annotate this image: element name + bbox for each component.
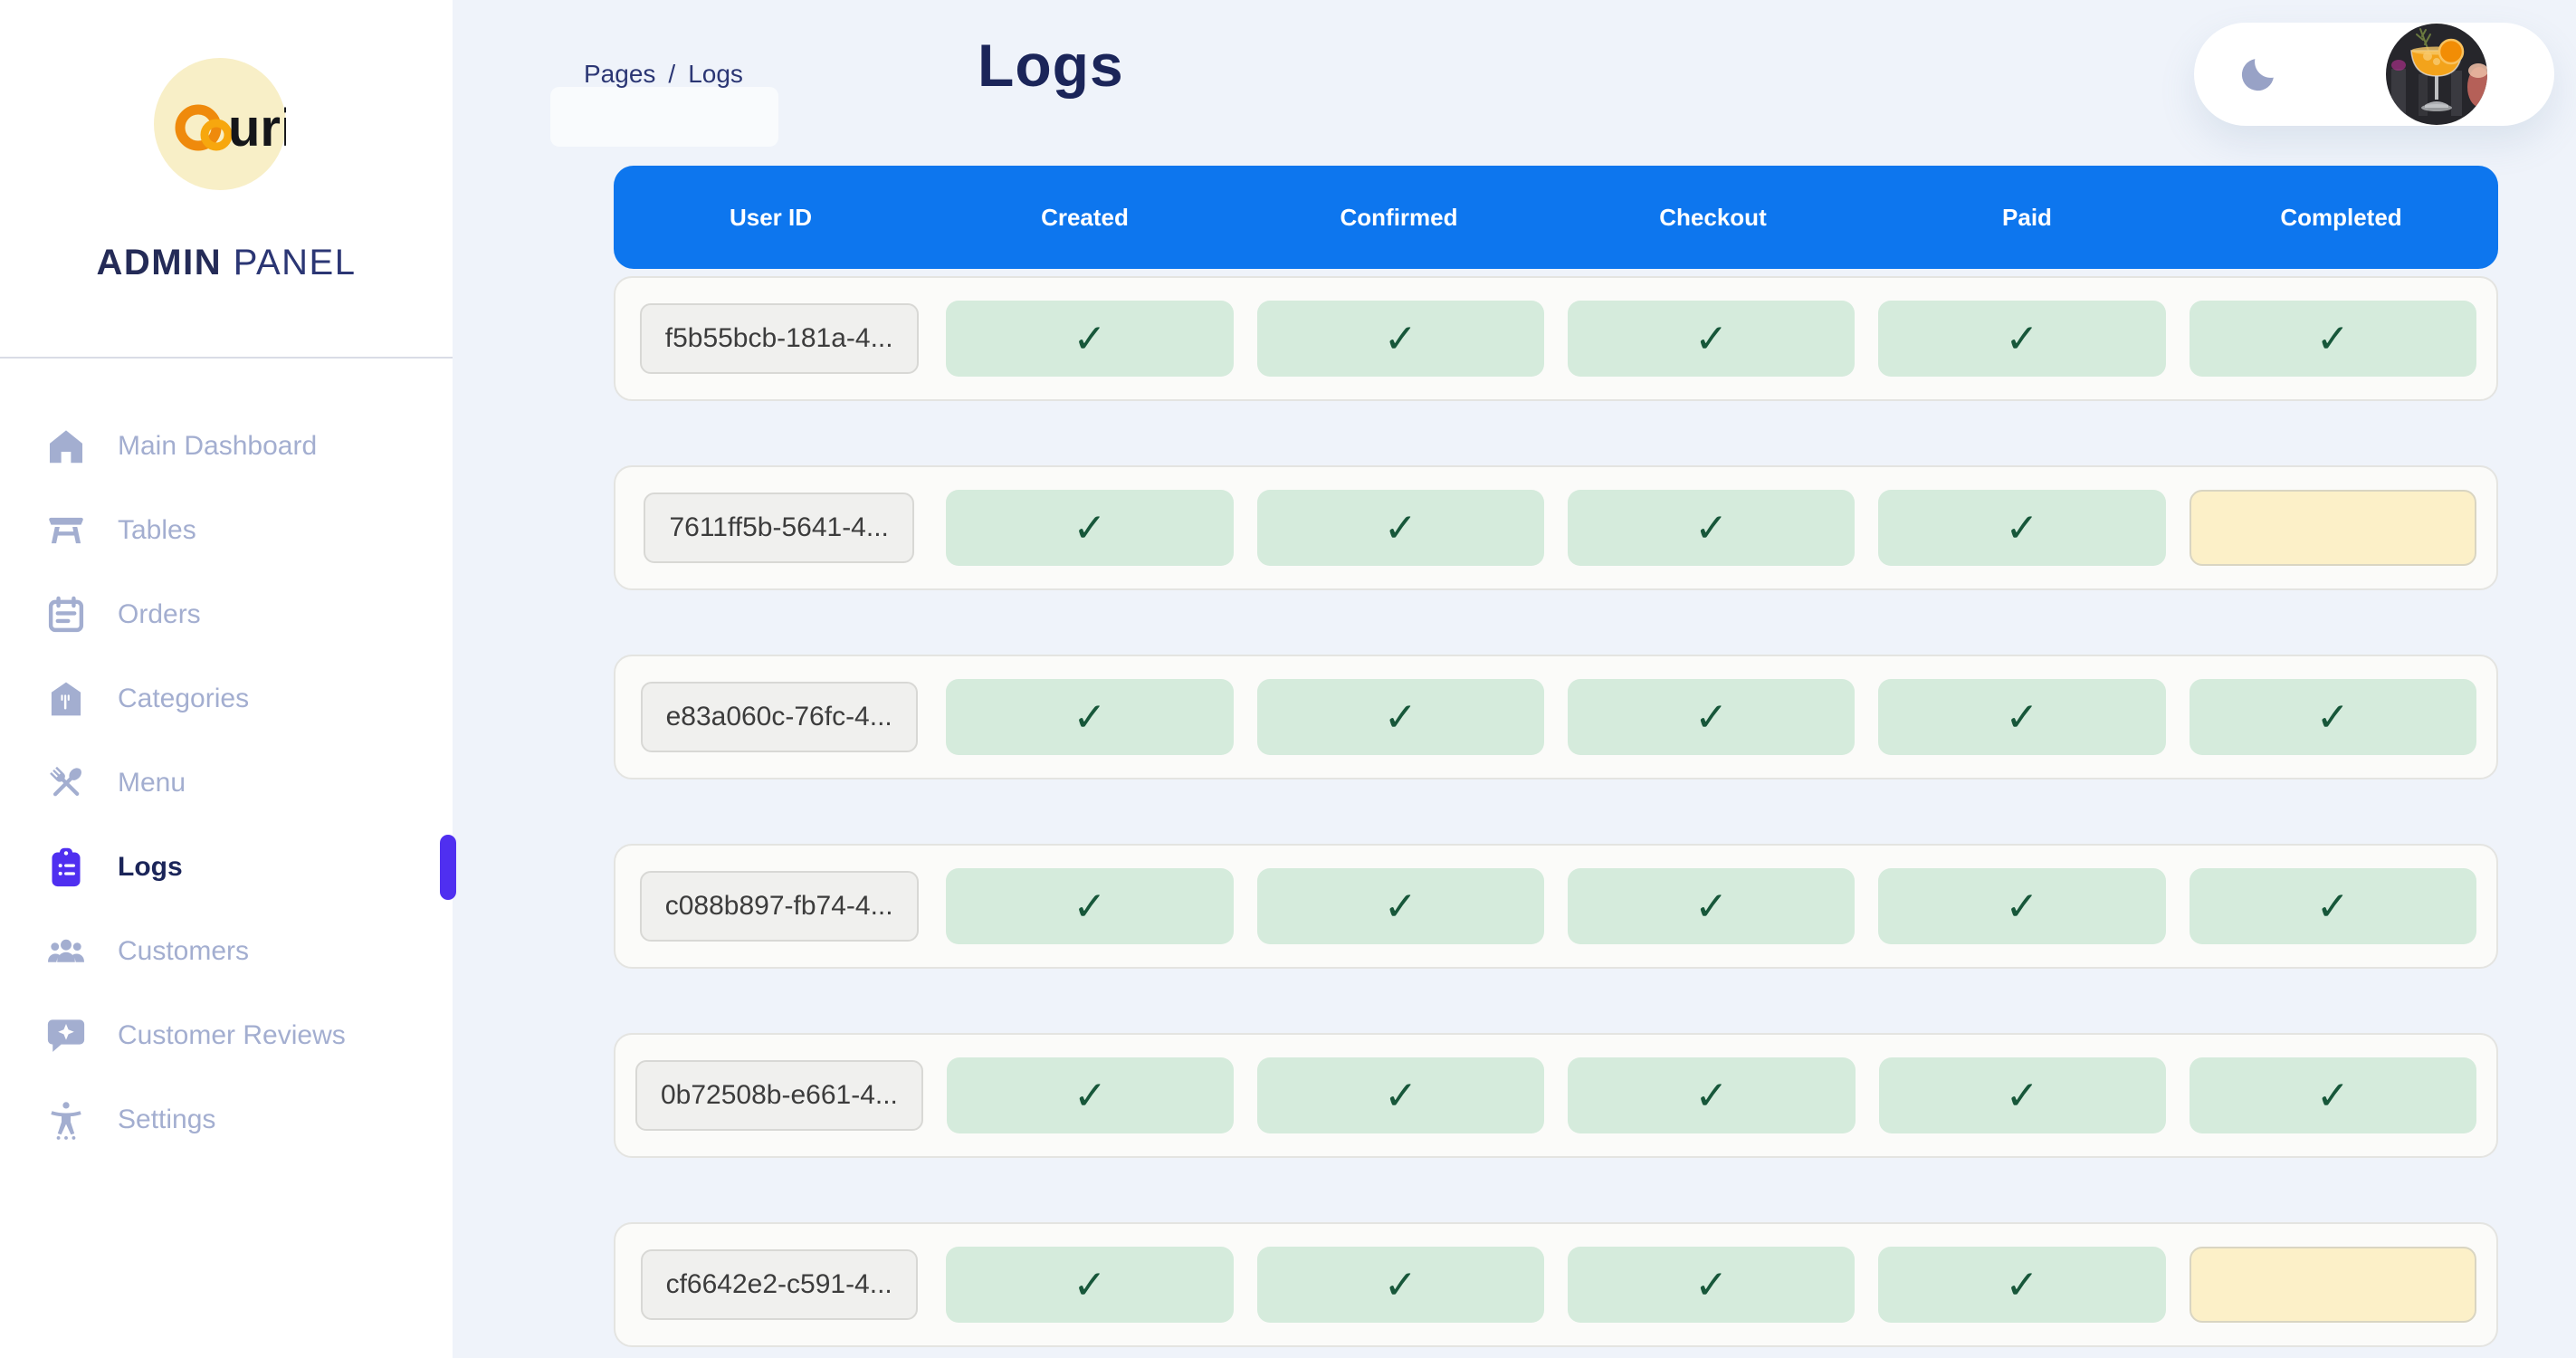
table-row: c088b897-fb74-4... ✓ ✓ ✓ ✓ ✓	[614, 844, 2498, 969]
sidebar-item-customer-reviews[interactable]: Customer Reviews	[0, 993, 453, 1077]
sidebar-item-label: Orders	[118, 598, 201, 629]
ouri-logo	[154, 58, 286, 190]
sidebar: ADMIN PANEL Main Dashboard Tables Orders…	[0, 0, 456, 1358]
status-cell-checkout-done: ✓	[1568, 1057, 1856, 1133]
reviews-icon	[45, 1015, 87, 1057]
status-cell-paid-done: ✓	[1878, 868, 2166, 944]
status-cell-confirmed-done: ✓	[1257, 1057, 1545, 1133]
user-id-badge: f5b55bcb-181a-4...	[639, 303, 919, 374]
table-row: cf6642e2-c591-4... ✓ ✓ ✓ ✓	[614, 1222, 2498, 1347]
column-header-completed: Completed	[2280, 203, 2402, 231]
admin-panel-title-regular: PANEL	[233, 243, 357, 282]
sidebar-item-customers[interactable]: Customers	[0, 909, 453, 993]
breadcrumb-separator: /	[668, 60, 676, 88]
logs-table: User ID Created Confirmed Checkout Paid Compl…	[614, 166, 2498, 1347]
sidebar-item-label: Categories	[118, 683, 250, 713]
sidebar-item-label: Menu	[118, 767, 186, 798]
sidebar-item-categories[interactable]: Categories	[0, 656, 453, 741]
status-cell-completed-done: ✓	[2189, 301, 2476, 377]
moon-icon	[2237, 53, 2279, 95]
menu-icon	[45, 762, 87, 804]
breadcrumb-link-pages[interactable]: Pages	[584, 60, 655, 88]
status-cell-completed-done: ✓	[2189, 679, 2476, 755]
active-item-indicator	[440, 835, 456, 900]
topbar-user-pill	[2194, 23, 2554, 126]
status-cell-confirmed-done: ✓	[1256, 490, 1544, 566]
status-cell-paid-done: ✓	[1878, 301, 2166, 377]
status-cell-created-done: ✓	[946, 1057, 1235, 1133]
sidebar-item-main-dashboard[interactable]: Main Dashboard	[0, 404, 453, 488]
status-cell-paid-done: ✓	[1878, 1057, 2166, 1133]
column-header-checkout: Checkout	[1659, 203, 1767, 231]
status-cell-created-done: ✓	[946, 868, 1234, 944]
breadcrumb-link-logs[interactable]: Logs	[688, 60, 743, 88]
status-cell-completed-done: ✓	[2189, 868, 2476, 944]
status-cell-checkout-done: ✓	[1568, 868, 1856, 944]
avatar[interactable]	[2386, 24, 2487, 125]
column-header-confirmed: Confirmed	[1340, 203, 1458, 231]
admin-panel-title: ADMIN PANEL	[0, 243, 453, 283]
sidebar-item-orders[interactable]: Orders	[0, 572, 453, 656]
status-cell-completed-done: ✓	[2189, 1057, 2476, 1133]
status-cell-created-done: ✓	[946, 679, 1234, 755]
status-cell-paid-done: ✓	[1878, 490, 2166, 566]
status-cell-checkout-done: ✓	[1568, 1247, 1856, 1323]
breadcrumb-ghost-highlight	[550, 87, 778, 147]
user-id-badge: e83a060c-76fc-4...	[640, 682, 918, 752]
sidebar-item-label: Settings	[118, 1104, 216, 1134]
status-cell-checkout-done: ✓	[1568, 301, 1856, 377]
customers-icon	[45, 931, 87, 972]
status-cell-confirmed-done: ✓	[1256, 1247, 1544, 1323]
sidebar-item-logs[interactable]: Logs	[0, 825, 453, 909]
status-cell-checkout-done: ✓	[1568, 679, 1856, 755]
sidebar-divider	[0, 357, 453, 359]
status-cell-created-done: ✓	[946, 301, 1234, 377]
sidebar-item-label: Main Dashboard	[118, 430, 318, 461]
logs-icon	[45, 846, 87, 888]
user-id-badge: 0b72508b-e661-4...	[635, 1060, 923, 1131]
admin-panel-title-bold: ADMIN	[96, 243, 223, 282]
column-header-user-id: User ID	[729, 203, 813, 231]
categories-icon	[45, 678, 87, 720]
table-row: 0b72508b-e661-4... ✓ ✓ ✓ ✓ ✓	[614, 1033, 2498, 1158]
table-row: 7611ff5b-5641-4... ✓ ✓ ✓ ✓	[614, 465, 2498, 590]
status-cell-completed-pending	[2189, 1247, 2476, 1323]
table-row: e83a060c-76fc-4... ✓ ✓ ✓ ✓ ✓	[614, 655, 2498, 779]
orders-icon	[45, 594, 87, 636]
settings-icon	[45, 1099, 87, 1141]
status-cell-paid-done: ✓	[1878, 679, 2166, 755]
status-cell-checkout-done: ✓	[1568, 490, 1856, 566]
status-cell-completed-pending	[2189, 490, 2476, 566]
sidebar-item-tables[interactable]: Tables	[0, 488, 453, 572]
status-cell-confirmed-done: ✓	[1256, 679, 1544, 755]
sidebar-item-label: Customer Reviews	[118, 1019, 346, 1050]
home-icon	[45, 426, 87, 467]
sidebar-item-menu[interactable]: Menu	[0, 741, 453, 825]
theme-toggle-button[interactable]	[2237, 53, 2279, 95]
table-header: User ID Created Confirmed Checkout Paid Compl…	[614, 166, 2498, 269]
sidebar-item-settings[interactable]: Settings	[0, 1077, 453, 1162]
table-icon	[45, 510, 87, 551]
sidebar-item-label: Logs	[118, 851, 183, 882]
sidebar-item-label: Tables	[118, 514, 196, 545]
page-title: Logs	[978, 32, 1124, 99]
column-header-created: Created	[1041, 203, 1129, 231]
sidebar-item-label: Customers	[118, 935, 250, 966]
status-cell-paid-done: ✓	[1878, 1247, 2166, 1323]
breadcrumb: Pages / Logs	[584, 60, 743, 89]
status-cell-created-done: ✓	[946, 490, 1234, 566]
sidebar-nav: Main Dashboard Tables Orders Categories …	[0, 404, 453, 1162]
status-cell-created-done: ✓	[946, 1247, 1234, 1323]
cocktail-avatar-image	[2386, 24, 2487, 125]
user-id-badge: cf6642e2-c591-4...	[640, 1249, 918, 1320]
user-id-badge: c088b897-fb74-4...	[639, 871, 919, 942]
column-header-paid: Paid	[2002, 203, 2052, 231]
status-cell-confirmed-done: ✓	[1256, 868, 1544, 944]
user-id-badge: 7611ff5b-5641-4...	[644, 493, 914, 563]
status-cell-confirmed-done: ✓	[1256, 301, 1544, 377]
table-row: f5b55bcb-181a-4... ✓ ✓ ✓ ✓ ✓	[614, 276, 2498, 401]
